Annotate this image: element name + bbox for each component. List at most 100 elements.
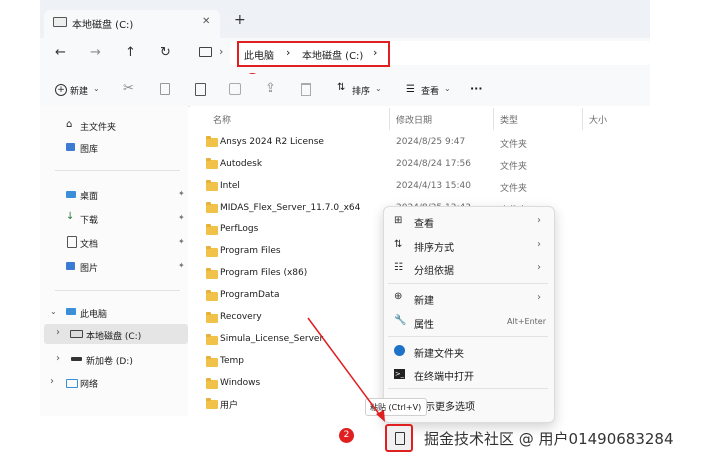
view-icon: ☰	[406, 84, 415, 95]
view-button[interactable]: 查看	[421, 84, 439, 97]
paste-icon[interactable]	[195, 83, 206, 96]
new-icon: ⊕	[394, 291, 403, 302]
folder-icon	[206, 158, 218, 169]
home-icon: ⌂	[66, 119, 73, 130]
copy-icon[interactable]	[160, 83, 170, 95]
watermark: 掘金技术社区 @ 用户01490683284	[424, 430, 674, 448]
file-name: Program Files	[220, 246, 281, 256]
menu-item-properties[interactable]: 属性	[414, 316, 434, 331]
file-name: Program Files (x86)	[220, 268, 308, 278]
computer-icon	[199, 47, 212, 57]
tab-title: 本地磁盘 (C:)	[72, 20, 134, 31]
group-icon: ☷	[394, 262, 403, 273]
sidebar-item-this-pc[interactable]: 此电脑	[80, 307, 107, 320]
file-type: 文件夹	[500, 162, 528, 172]
download-icon: ↓	[66, 211, 75, 222]
sidebar-item-gallery[interactable]: 图库	[80, 142, 98, 155]
sidebar-item-label: 本地磁盘 (C:)	[86, 332, 142, 342]
chevron-right-icon[interactable]: ›	[56, 327, 60, 338]
forward-button[interactable]: →	[90, 45, 101, 60]
folder-icon	[206, 224, 218, 235]
menu-item-sort[interactable]: 排序方式	[414, 239, 454, 254]
sort-button[interactable]: 排序	[352, 84, 370, 97]
folder-icon	[206, 398, 218, 409]
folder-icon	[206, 290, 218, 301]
sidebar-item-downloads[interactable]: 下载	[80, 213, 98, 226]
sidebar-item-network[interactable]: 网络	[80, 377, 98, 390]
sidebar-item-drive-d[interactable]: 新加卷 (D:)	[86, 354, 133, 367]
share-icon[interactable]: ⇪	[265, 81, 276, 96]
tab-local-disk[interactable]: 本地磁盘 (C:) ✕	[44, 10, 220, 38]
column-header-type[interactable]: 类型	[500, 113, 518, 126]
breadcrumb-this-pc[interactable]: 此电脑	[244, 47, 274, 62]
chevron-down-icon: ⌄	[93, 84, 100, 93]
drive-icon	[53, 17, 67, 27]
menu-item-more-options[interactable]: 示更多选项	[425, 398, 475, 413]
column-divider	[389, 108, 390, 130]
chevron-down-icon[interactable]: ⌄	[50, 307, 57, 316]
folder-icon	[206, 378, 218, 389]
menu-separator	[388, 336, 548, 337]
refresh-button[interactable]: ↻	[160, 45, 171, 60]
file-date: 2024/8/24 17:56	[396, 159, 471, 169]
sidebar-item-drive-c[interactable]: › 本地磁盘 (C:)	[44, 324, 188, 344]
context-menu	[383, 206, 555, 423]
file-name: 用户	[220, 401, 239, 411]
file-name: Temp	[220, 356, 244, 366]
menu-item-open-terminal[interactable]: 在终端中打开	[414, 368, 474, 383]
column-divider	[582, 108, 583, 130]
chevron-right-icon: ›	[219, 45, 224, 58]
menu-item-new-folder[interactable]: 新建文件夹	[414, 345, 464, 360]
file-name: Recovery	[220, 312, 262, 322]
file-name: Ansys 2024 R2 License	[220, 137, 324, 147]
chevron-down-icon: ⌄	[444, 84, 451, 93]
gallery-icon	[66, 143, 75, 151]
folder-icon	[206, 312, 218, 323]
delete-icon[interactable]	[301, 83, 311, 96]
grid-view-icon: ⊞	[394, 215, 403, 226]
pin-icon: ✦	[178, 237, 185, 246]
folder-icon	[206, 136, 218, 147]
menu-item-new[interactable]: 新建	[414, 292, 434, 307]
breadcrumb-local-disk[interactable]: 本地磁盘 (C:)	[302, 47, 363, 62]
new-button[interactable]: 新建	[70, 84, 88, 97]
file-name: Windows	[220, 378, 261, 388]
menu-item-view[interactable]: 查看	[414, 215, 434, 230]
chevron-right-icon: ›	[537, 262, 541, 273]
close-tab-icon[interactable]: ✕	[202, 16, 210, 27]
chevron-right-icon[interactable]: ›	[56, 353, 60, 364]
sidebar-item-desktop[interactable]: 桌面	[80, 189, 98, 202]
chevron-right-icon: ›	[537, 239, 541, 250]
column-header-name[interactable]: 名称	[213, 113, 231, 126]
pin-icon: ✦	[178, 189, 185, 198]
column-divider	[493, 108, 494, 130]
breadcrumb-separator: ›	[373, 46, 378, 59]
chevron-right-icon: ›	[537, 292, 541, 303]
back-button[interactable]: ←	[55, 45, 66, 60]
network-icon	[66, 379, 78, 388]
cut-icon[interactable]: ✂	[123, 81, 134, 96]
this-pc-icon	[66, 308, 76, 315]
rename-icon[interactable]	[229, 83, 241, 95]
sidebar-item-home[interactable]: 主文件夹	[80, 120, 116, 133]
menu-item-group[interactable]: 分组依据	[414, 262, 454, 277]
new-tab-button[interactable]: +	[234, 12, 246, 28]
up-button[interactable]: ↑	[125, 45, 136, 60]
new-icon: +	[55, 84, 67, 96]
breadcrumb[interactable]: 此电脑 › 本地磁盘 (C:) ›	[237, 41, 390, 67]
column-header-date[interactable]: 修改日期	[396, 113, 432, 126]
sidebar-divider	[55, 170, 180, 171]
paste-icon	[395, 432, 405, 445]
menu-separator	[388, 388, 548, 389]
sort-icon: ⇅	[337, 82, 346, 93]
column-header-size[interactable]: 大小	[589, 113, 607, 126]
sidebar-item-pictures[interactable]: 图片	[80, 261, 98, 274]
drive-icon	[70, 330, 83, 338]
sidebar-divider	[55, 290, 180, 291]
navigation-pane	[40, 106, 188, 416]
pin-icon: ✦	[178, 261, 185, 270]
sidebar-item-documents[interactable]: 文档	[80, 237, 98, 250]
documents-icon	[67, 236, 77, 248]
chevron-right-icon[interactable]: ›	[50, 376, 54, 387]
more-button[interactable]: ···	[470, 82, 483, 95]
